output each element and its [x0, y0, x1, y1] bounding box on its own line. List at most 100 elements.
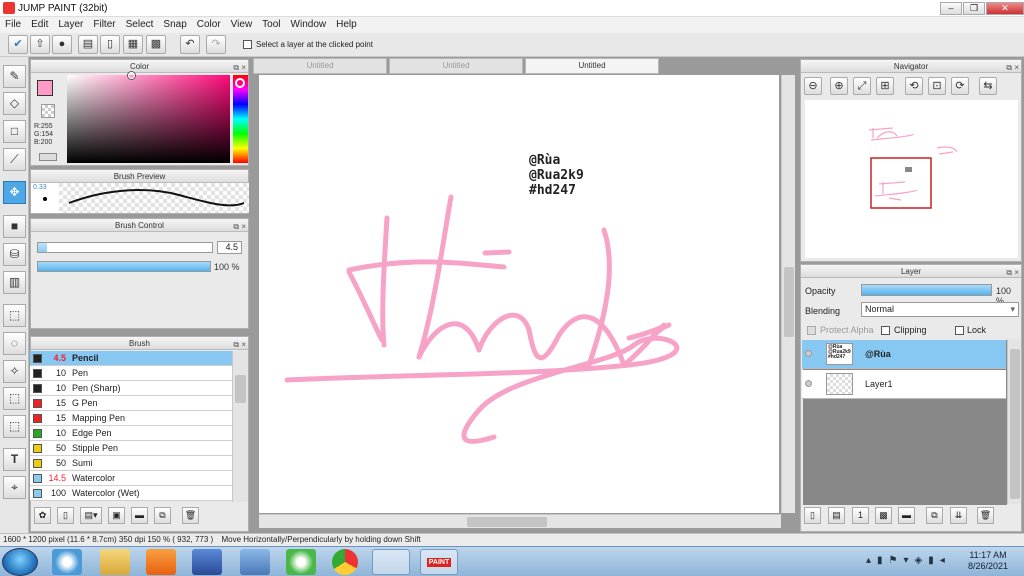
- reset-rotation-icon[interactable]: ⊡: [928, 77, 946, 95]
- rotate-left-icon[interactable]: ⟲: [905, 77, 923, 95]
- duplicate-layer-icon[interactable]: ⧉: [926, 507, 943, 524]
- menu-window[interactable]: Window: [286, 17, 332, 32]
- calculator-icon[interactable]: [240, 549, 270, 575]
- coccoc-icon[interactable]: [286, 549, 316, 575]
- brush-item-stipple-pen[interactable]: 50 Stipple Pen: [30, 441, 232, 456]
- sub-color-swatch[interactable]: [41, 104, 55, 118]
- rotate-right-icon[interactable]: ⟳: [951, 77, 969, 95]
- chrome-icon[interactable]: [332, 549, 358, 575]
- select-pen-icon[interactable]: ⬚: [3, 387, 26, 410]
- select-rect-icon[interactable]: ⬚: [3, 304, 26, 327]
- canvas-vscroll-thumb[interactable]: [784, 267, 794, 337]
- rectangle-tool-icon[interactable]: □: [3, 120, 26, 143]
- redo-icon[interactable]: ↷: [206, 35, 226, 54]
- menu-view[interactable]: View: [226, 17, 258, 32]
- visibility-icon[interactable]: [805, 380, 812, 387]
- brush-opacity-slider[interactable]: [37, 261, 211, 272]
- chrome-profile-icon[interactable]: [372, 549, 410, 575]
- new-8bit-layer-icon[interactable]: ▩: [875, 507, 892, 524]
- brush-item-watercolor[interactable]: 14.5 Watercolor: [30, 471, 232, 486]
- paint-icon[interactable]: [52, 549, 82, 575]
- visibility-icon[interactable]: [805, 350, 812, 357]
- gradient-tool-icon[interactable]: ▥: [3, 271, 26, 294]
- comment-icon[interactable]: ▤: [78, 35, 98, 54]
- lock-checkbox[interactable]: [955, 326, 964, 335]
- brush-item-pen-sharp[interactable]: 10 Pen (Sharp): [30, 381, 232, 396]
- tab-untitled-1[interactable]: Untitled: [253, 58, 387, 74]
- start-button[interactable]: [2, 548, 38, 576]
- brush-item-pencil[interactable]: 4.5 Pencil: [30, 351, 232, 366]
- cloud-icon[interactable]: ✔: [8, 35, 28, 54]
- brush-duplicate-icon[interactable]: ⧉: [154, 507, 171, 524]
- menu-help[interactable]: Help: [331, 17, 362, 32]
- tab-untitled-2[interactable]: Untitled: [389, 58, 523, 74]
- canvas-vertical-scrollbar[interactable]: [781, 75, 795, 513]
- bucket-tool-icon[interactable]: ⛁: [3, 243, 26, 266]
- brush-menu-icon[interactable]: ▤▾: [80, 507, 102, 524]
- hue-handle[interactable]: [235, 78, 245, 88]
- menu-layer[interactable]: Layer: [53, 17, 88, 32]
- brush-item-g-pen[interactable]: 15 G Pen: [30, 396, 232, 411]
- brush-size-slider[interactable]: [37, 242, 213, 253]
- document-icon[interactable]: ▯: [100, 35, 120, 54]
- chat-icon[interactable]: ●: [52, 35, 72, 54]
- menu-select[interactable]: Select: [121, 17, 159, 32]
- fill-rect-tool-icon[interactable]: ■: [3, 215, 26, 238]
- menu-color[interactable]: Color: [192, 17, 226, 32]
- clipping-checkbox[interactable]: [881, 326, 890, 335]
- brush-folder-icon[interactable]: ▬: [131, 507, 148, 524]
- layer-scroll-thumb[interactable]: [1010, 349, 1020, 499]
- brush-copy-icon[interactable]: ▣: [108, 507, 125, 524]
- blending-select[interactable]: Normal ▾: [861, 302, 1019, 317]
- panel-buttons-icon[interactable]: ⧉ ×: [1006, 61, 1019, 74]
- layer-opacity-slider[interactable]: [861, 284, 992, 296]
- new-1bit-layer-icon[interactable]: 1: [852, 507, 869, 524]
- main-color-swatch[interactable]: [37, 80, 53, 96]
- panel-buttons-icon[interactable]: ⧉ ×: [1006, 266, 1019, 279]
- select-eraser-icon[interactable]: ⬚: [3, 415, 26, 438]
- brush-list-scrollbar[interactable]: [232, 351, 248, 502]
- brush-scroll-thumb[interactable]: [235, 375, 246, 403]
- brush-item-mapping-pen[interactable]: 15 Mapping Pen: [30, 411, 232, 426]
- drawing-canvas[interactable]: @Rùa @Rua2k9 #hd247: [259, 75, 779, 513]
- menu-snap[interactable]: Snap: [158, 17, 191, 32]
- saturation-value-picker[interactable]: [67, 75, 230, 163]
- protect-alpha-checkbox[interactable]: [807, 326, 816, 335]
- brush-item-watercolor-wet[interactable]: 100 Watercolor (Wet): [30, 486, 232, 501]
- brush-tool-icon[interactable]: ✎: [3, 65, 26, 88]
- menu-edit[interactable]: Edit: [26, 17, 53, 32]
- jump-paint-task[interactable]: PAINT: [420, 549, 458, 575]
- panel-buttons-icon[interactable]: ⧉ ×: [233, 61, 246, 74]
- new-layer-icon[interactable]: ▯: [804, 507, 821, 524]
- zoom-in-icon[interactable]: ⊕: [830, 77, 848, 95]
- maximize-button[interactable]: ❐: [963, 2, 985, 15]
- export-icon[interactable]: ⇧: [30, 35, 50, 54]
- brush-delete-icon[interactable]: 🗑: [182, 507, 199, 524]
- layer-row-rua[interactable]: @Rùa @Rua2k9 #hd247 @Rùa: [802, 340, 1006, 369]
- grid-icon[interactable]: ▩: [146, 35, 166, 54]
- canvas-hscroll-thumb[interactable]: [467, 517, 547, 527]
- clock[interactable]: 11:17 AM 8/26/2021: [962, 550, 1014, 572]
- brush-item-pen[interactable]: 10 Pen: [30, 366, 232, 381]
- magic-wand-icon[interactable]: ✧: [3, 360, 26, 383]
- color-picker-handle[interactable]: [128, 72, 135, 79]
- menu-filter[interactable]: Filter: [88, 17, 120, 32]
- media-player-icon[interactable]: [146, 549, 176, 575]
- layer-list-scrollbar[interactable]: [1007, 339, 1021, 504]
- minimize-button[interactable]: –: [940, 2, 962, 15]
- line-tool-icon[interactable]: ⟋: [3, 148, 26, 171]
- select-layer-checkbox[interactable]: [243, 40, 252, 49]
- actual-size-icon[interactable]: ⊞: [876, 77, 894, 95]
- menu-file[interactable]: File: [0, 17, 26, 32]
- fit-screen-icon[interactable]: ⤢: [853, 77, 871, 95]
- close-button[interactable]: ✕: [986, 2, 1024, 15]
- brush-size-value[interactable]: 4.5: [217, 241, 242, 254]
- brush-item-edge-pen[interactable]: 10 Edge Pen: [30, 426, 232, 441]
- flip-icon[interactable]: ⇆: [979, 77, 997, 95]
- brush-add-icon[interactable]: ✿: [34, 507, 51, 524]
- undo-icon[interactable]: ↶: [180, 35, 200, 54]
- file-explorer-icon[interactable]: [100, 549, 130, 575]
- tab-untitled-3[interactable]: Untitled: [525, 58, 659, 74]
- new-halftone-layer-icon[interactable]: ▤: [828, 507, 845, 524]
- tray-icons[interactable]: ▴▮⚑▾◈▮◂: [866, 555, 951, 566]
